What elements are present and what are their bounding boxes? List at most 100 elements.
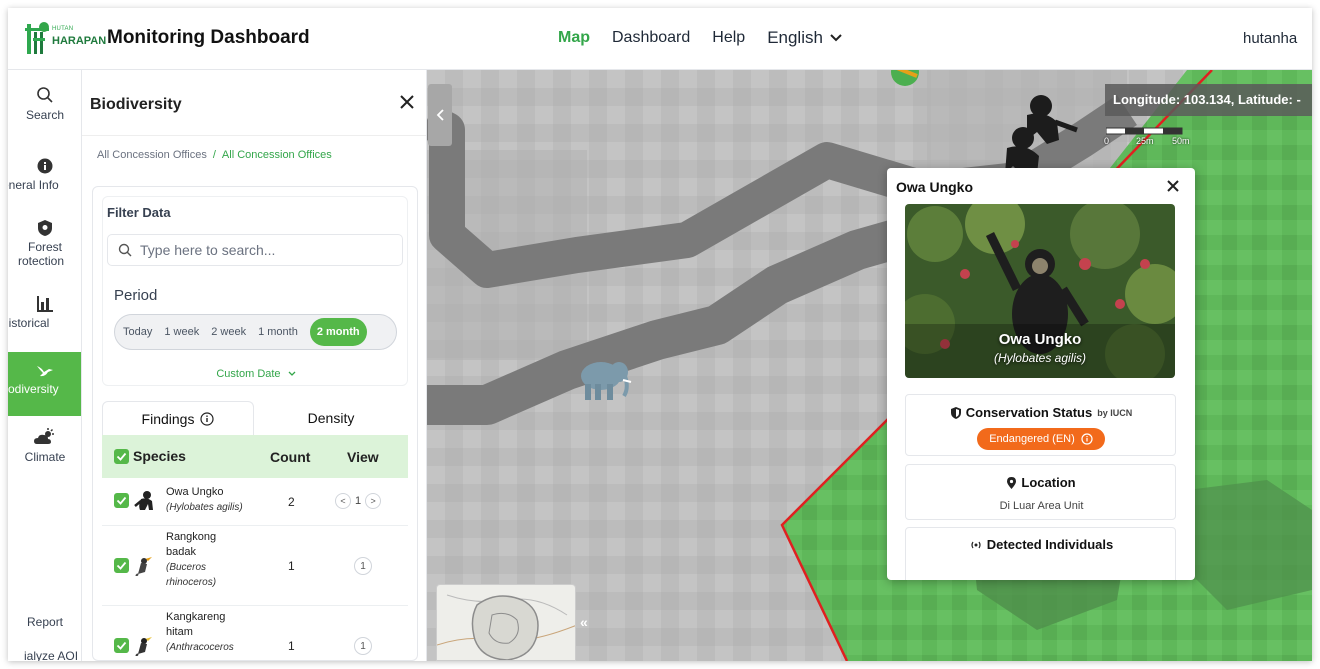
row-checkbox[interactable] bbox=[114, 558, 129, 573]
rail-historical[interactable]: listorical bbox=[8, 296, 81, 342]
search-input[interactable] bbox=[140, 242, 380, 258]
hutan-harapan-logo[interactable]: HUTAN HARAPAN bbox=[24, 22, 106, 58]
scale-label-25: 25m bbox=[1136, 136, 1154, 146]
chevron-down-icon bbox=[288, 371, 296, 376]
hornbill-icon bbox=[135, 637, 152, 656]
conservation-status-card: Conservation Status by IUCN Endangered (… bbox=[905, 394, 1176, 456]
panel-title: Biodiversity bbox=[90, 96, 182, 113]
shield-icon bbox=[38, 220, 52, 236]
shield-icon bbox=[950, 406, 961, 419]
species-popup: Owa Ungko Owa Ungko (Hylobates agilis) C… bbox=[887, 168, 1195, 580]
table-row[interactable]: Owa Ungko (Hylobates agilis) 2 < 1 > bbox=[102, 478, 408, 526]
search-icon bbox=[37, 87, 53, 103]
minimap-graphic bbox=[437, 594, 575, 660]
logo-big-text: HARAPAN bbox=[52, 35, 107, 47]
species-latin-name: (Hylobates agilis) bbox=[166, 502, 243, 513]
table-header: Species Count View bbox=[102, 435, 408, 478]
language-select[interactable]: English bbox=[767, 28, 843, 48]
coordinate-readout: Longitude: 103.134, Latitude: - bbox=[1105, 84, 1312, 116]
signal-icon bbox=[971, 541, 981, 548]
table-row[interactable]: Rangkong badak (Buceros rhinoceros) 1 1 bbox=[102, 526, 408, 606]
species-common-name-line2: badak bbox=[166, 546, 196, 558]
tab-density[interactable]: Density bbox=[254, 401, 408, 435]
iucn-status-label: Endangered (EN) bbox=[989, 433, 1075, 445]
rail-climate[interactable]: Climate bbox=[8, 428, 81, 474]
page-number[interactable]: 1 bbox=[354, 557, 372, 575]
table-row[interactable]: Kangkareng hitam (Anthracoceros 1 1 bbox=[102, 606, 408, 661]
collapse-panel-button[interactable] bbox=[428, 84, 452, 146]
custom-date-toggle[interactable]: Custom Date bbox=[103, 368, 409, 380]
gibbon-icon bbox=[134, 491, 153, 510]
breadcrumb: All Concession Offices / All Concession Of… bbox=[97, 149, 332, 161]
info-outline-icon[interactable] bbox=[200, 411, 215, 426]
rail-biodiversity[interactable]: odiversity bbox=[8, 352, 81, 416]
prev-page-button[interactable]: < bbox=[335, 493, 351, 509]
row-checkbox[interactable] bbox=[114, 638, 129, 653]
biodiversity-panel: Biodiversity All Concession Offices / All … bbox=[82, 70, 427, 661]
language-label: English bbox=[767, 28, 823, 47]
species-latin-line1: (Anthracoceros bbox=[166, 642, 234, 653]
rail-report[interactable]: Report bbox=[8, 615, 81, 629]
user-menu[interactable]: hutanha bbox=[1243, 30, 1305, 47]
app-window: HUTAN HARAPAN Monitoring Dashboard Map D… bbox=[8, 8, 1312, 661]
bird-icon bbox=[37, 366, 53, 377]
scale-bar-graphic bbox=[1106, 127, 1183, 135]
period-2-month[interactable]: 2 month bbox=[309, 318, 367, 346]
nav-map[interactable]: Map bbox=[558, 29, 590, 47]
next-page-button[interactable]: > bbox=[365, 493, 382, 509]
rail-climate-label: Climate bbox=[24, 450, 66, 464]
close-icon[interactable] bbox=[1163, 176, 1183, 196]
rail-general-info[interactable]: eneral Info bbox=[8, 158, 81, 204]
iucn-status-badge[interactable]: Endangered (EN) bbox=[977, 428, 1105, 450]
species-header: Species bbox=[114, 448, 186, 464]
filter-container: Filter Data Period Today 1 week 2 week 1… bbox=[92, 186, 418, 661]
nav-dashboard[interactable]: Dashboard bbox=[612, 29, 690, 47]
rail-forest-protection[interactable]: Forest rotection bbox=[8, 220, 81, 280]
close-icon[interactable] bbox=[397, 92, 417, 112]
photo-species-latin: (Hylobates agilis) bbox=[993, 351, 1087, 365]
cloud-sun-icon bbox=[34, 428, 54, 444]
period-today[interactable]: Today bbox=[123, 326, 152, 338]
count-header: Count bbox=[270, 449, 311, 465]
rail-search[interactable]: Search bbox=[8, 86, 81, 132]
scale-label-50: 50m bbox=[1172, 136, 1190, 146]
nav-help[interactable]: Help bbox=[712, 29, 745, 47]
period-label: Period bbox=[114, 287, 158, 304]
check-icon bbox=[116, 641, 127, 650]
breadcrumb-root[interactable]: All Concession Offices bbox=[97, 149, 207, 161]
hornbill-icon bbox=[135, 557, 152, 576]
species-common-name-line2: hitam bbox=[166, 626, 193, 638]
rail-search-label: Search bbox=[25, 108, 65, 122]
period-1-week[interactable]: 1 week bbox=[164, 326, 199, 338]
species-count: 1 bbox=[288, 639, 295, 653]
location-pin-icon bbox=[1007, 476, 1017, 489]
top-bar: HUTAN HARAPAN Monitoring Dashboard Map D… bbox=[8, 8, 1312, 70]
breadcrumb-current[interactable]: All Concession Offices bbox=[222, 149, 332, 161]
period-1-month[interactable]: 1 month bbox=[258, 326, 298, 338]
info-icon bbox=[37, 158, 53, 174]
map-canvas[interactable]: Longitude: 103.134, Latitude: - 0 25m 50… bbox=[427, 70, 1312, 661]
row-checkbox[interactable] bbox=[114, 493, 129, 508]
check-icon bbox=[116, 452, 127, 461]
select-all-checkbox[interactable] bbox=[114, 448, 129, 464]
period-2-week[interactable]: 2 week bbox=[211, 326, 246, 338]
overview-minimap[interactable] bbox=[436, 584, 576, 661]
species-photo: Owa Ungko (Hylobates agilis) bbox=[905, 204, 1175, 378]
minimap-toggle-button[interactable]: « bbox=[580, 614, 588, 630]
rail-forest-label-1: Forest bbox=[27, 240, 62, 254]
tab-findings[interactable]: Findings bbox=[102, 401, 254, 435]
bar-chart-icon bbox=[37, 296, 53, 312]
page-number[interactable]: 1 bbox=[354, 637, 372, 655]
rail-general-info-label: eneral Info bbox=[8, 178, 59, 192]
popup-title: Owa Ungko bbox=[896, 179, 974, 195]
scale-label-0: 0 bbox=[1104, 136, 1110, 146]
chevron-down-icon bbox=[830, 34, 842, 42]
conservation-source: by IUCN bbox=[1097, 407, 1133, 418]
location-title: Location bbox=[1021, 475, 1076, 490]
species-common-name: Owa Ungko bbox=[166, 486, 224, 498]
page-number: 1 bbox=[355, 495, 362, 507]
species-name: Owa Ungko (Hylobates agilis) bbox=[166, 485, 256, 515]
rail-analyze-aoi[interactable]: ialyze AOI bbox=[8, 649, 81, 661]
scale-bar: 0 25m 50m bbox=[1104, 126, 1196, 148]
species-table: Species Count View Owa Ungko (Hylobates … bbox=[102, 435, 408, 661]
